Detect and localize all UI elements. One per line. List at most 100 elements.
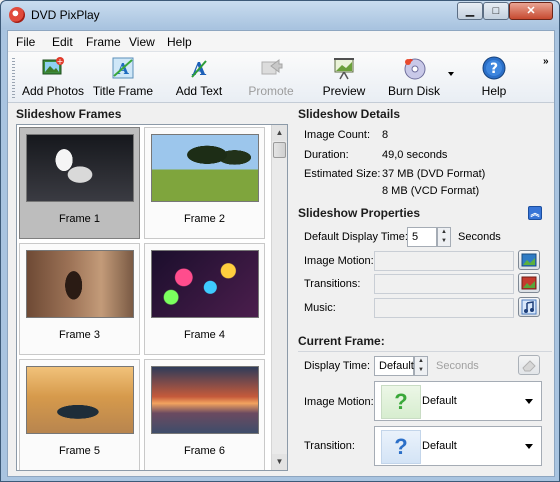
display-time-spinner[interactable]: ▲ ▼ bbox=[437, 227, 451, 247]
frame-label: Frame 4 bbox=[184, 329, 225, 341]
burn-disk-button[interactable]: Burn Disk bbox=[384, 56, 444, 102]
frame-thumbnail[interactable]: Frame 3 bbox=[19, 243, 140, 355]
menu-frame[interactable]: Frame bbox=[86, 35, 121, 49]
preview-icon bbox=[332, 56, 356, 80]
menu-help[interactable]: Help bbox=[167, 35, 192, 49]
music-label: Music: bbox=[304, 302, 336, 314]
preview-label: Preview bbox=[322, 84, 366, 98]
title-frame-button[interactable]: A Title Frame bbox=[90, 56, 156, 102]
promote-icon bbox=[259, 56, 283, 80]
title-frame-icon: A bbox=[111, 56, 135, 80]
scroll-thumb[interactable] bbox=[273, 142, 286, 158]
frame-transition-dropdown[interactable]: ? Default bbox=[374, 426, 542, 466]
burn-disk-dropdown-arrow[interactable] bbox=[448, 72, 454, 76]
frame-image-motion-label: Image Motion: bbox=[304, 396, 374, 408]
duration-label: Duration: bbox=[304, 149, 349, 161]
toolbar-overflow-button[interactable]: » bbox=[543, 56, 549, 67]
scroll-down-icon[interactable]: ▼ bbox=[272, 454, 287, 470]
frame-image bbox=[26, 134, 134, 202]
add-photos-button[interactable]: + Add Photos bbox=[18, 56, 88, 102]
title-bar[interactable]: DVD PixPlay ▁ □ ✕ bbox=[1, 1, 559, 29]
add-text-icon: A bbox=[187, 56, 211, 80]
frame-image bbox=[26, 250, 134, 318]
frames-list[interactable]: Frame 1 Frame 2 Frame 3 Frame 4 Frame 5 … bbox=[16, 124, 288, 471]
menu-bar: File Edit Frame View Help bbox=[8, 31, 554, 51]
duration-value: 49,0 seconds bbox=[382, 149, 448, 161]
section-divider bbox=[298, 351, 552, 352]
image-count-value: 8 bbox=[382, 129, 389, 141]
eraser-icon bbox=[522, 360, 536, 372]
help-label: Help bbox=[481, 84, 507, 98]
transitions-label: Transitions: bbox=[304, 278, 361, 290]
frame-thumbnail[interactable]: Frame 5 bbox=[19, 359, 140, 470]
frame-label: Frame 2 bbox=[184, 213, 225, 225]
frame-image bbox=[151, 134, 259, 202]
frame-thumbnail[interactable]: Frame 4 bbox=[144, 243, 265, 355]
add-text-label: Add Text bbox=[175, 84, 223, 98]
minimize-button[interactable]: ▁ bbox=[457, 2, 483, 20]
frame-transition-label: Transition: bbox=[304, 440, 355, 452]
frame-image-motion-value: Default bbox=[422, 395, 457, 407]
default-display-time-label: Default Display Time: bbox=[304, 231, 408, 243]
image-motion-label: Image Motion: bbox=[304, 255, 374, 267]
details-title: Slideshow Details bbox=[298, 107, 401, 121]
eraser-button[interactable] bbox=[518, 355, 540, 375]
menu-edit[interactable]: Edit bbox=[52, 35, 73, 49]
frame-thumbnail[interactable]: Frame 2 bbox=[144, 127, 265, 239]
title-frame-label: Title Frame bbox=[92, 84, 154, 98]
frame-thumbnail[interactable]: Frame 6 bbox=[144, 359, 265, 470]
current-frame-title: Current Frame: bbox=[298, 334, 385, 348]
add-photos-label: Add Photos bbox=[21, 84, 85, 98]
frame-image bbox=[151, 250, 259, 318]
music-field bbox=[374, 298, 514, 318]
close-button[interactable]: ✕ bbox=[509, 2, 553, 20]
help-icon: ? bbox=[482, 56, 506, 80]
frame-label: Frame 1 bbox=[59, 213, 100, 225]
image-motion-icon bbox=[521, 253, 537, 267]
app-logo-icon bbox=[9, 7, 25, 23]
add-text-button[interactable]: A Add Text bbox=[168, 56, 230, 102]
frame-display-time-label: Display Time: bbox=[304, 360, 371, 372]
preview-button[interactable]: Preview bbox=[314, 56, 374, 102]
frame-display-time-input[interactable]: Default bbox=[374, 356, 414, 376]
burn-disk-label: Burn Disk bbox=[387, 84, 440, 98]
music-button[interactable] bbox=[518, 297, 540, 317]
promote-button[interactable]: Promote bbox=[240, 56, 302, 102]
image-motion-button[interactable] bbox=[518, 250, 540, 270]
frame-label: Frame 6 bbox=[184, 445, 225, 457]
chevron-down-icon bbox=[525, 399, 533, 404]
frame-thumbnail[interactable]: Frame 1 bbox=[19, 127, 140, 239]
toolbar: + Add Photos A Title Frame A Add Text bbox=[8, 51, 554, 103]
frame-display-time-spinner[interactable]: ▲ ▼ bbox=[414, 356, 428, 376]
default-display-time-unit: Seconds bbox=[458, 231, 501, 243]
frame-image-motion-dropdown[interactable]: ? Default bbox=[374, 381, 542, 421]
svg-text:?: ? bbox=[490, 61, 498, 77]
maximize-button[interactable]: □ bbox=[483, 2, 509, 20]
estimated-size-label: Estimated Size: bbox=[304, 168, 381, 180]
frames-scrollbar[interactable]: ▲ ▼ bbox=[271, 125, 287, 470]
toolbar-grip[interactable] bbox=[12, 58, 15, 98]
image-motion-field bbox=[374, 251, 514, 271]
client-area: File Edit Frame View Help + Add Photos A… bbox=[7, 30, 555, 477]
chevron-down-icon bbox=[525, 444, 533, 449]
frame-display-time-unit: Seconds bbox=[436, 360, 479, 372]
transitions-icon bbox=[521, 276, 537, 290]
image-count-label: Image Count: bbox=[304, 129, 371, 141]
transitions-button[interactable] bbox=[518, 273, 540, 293]
music-note-icon bbox=[521, 299, 537, 315]
menu-view[interactable]: View bbox=[129, 35, 155, 49]
frame-image bbox=[151, 366, 259, 434]
default-display-time-input[interactable]: 5 bbox=[407, 227, 437, 247]
size-vcd-value: 8 MB (VCD Format) bbox=[382, 185, 480, 197]
scroll-up-icon[interactable]: ▲ bbox=[272, 125, 287, 141]
help-button[interactable]: ? Help bbox=[466, 56, 522, 102]
add-photos-icon: + bbox=[41, 56, 65, 80]
frame-label: Frame 3 bbox=[59, 329, 100, 341]
frame-image bbox=[26, 366, 134, 434]
svg-text:+: + bbox=[57, 57, 64, 66]
menu-file[interactable]: File bbox=[16, 35, 35, 49]
transition-question-icon: ? bbox=[381, 430, 421, 464]
promote-label: Promote bbox=[248, 84, 294, 98]
transitions-field bbox=[374, 274, 514, 294]
collapse-icon[interactable]: ︽ bbox=[528, 206, 542, 220]
